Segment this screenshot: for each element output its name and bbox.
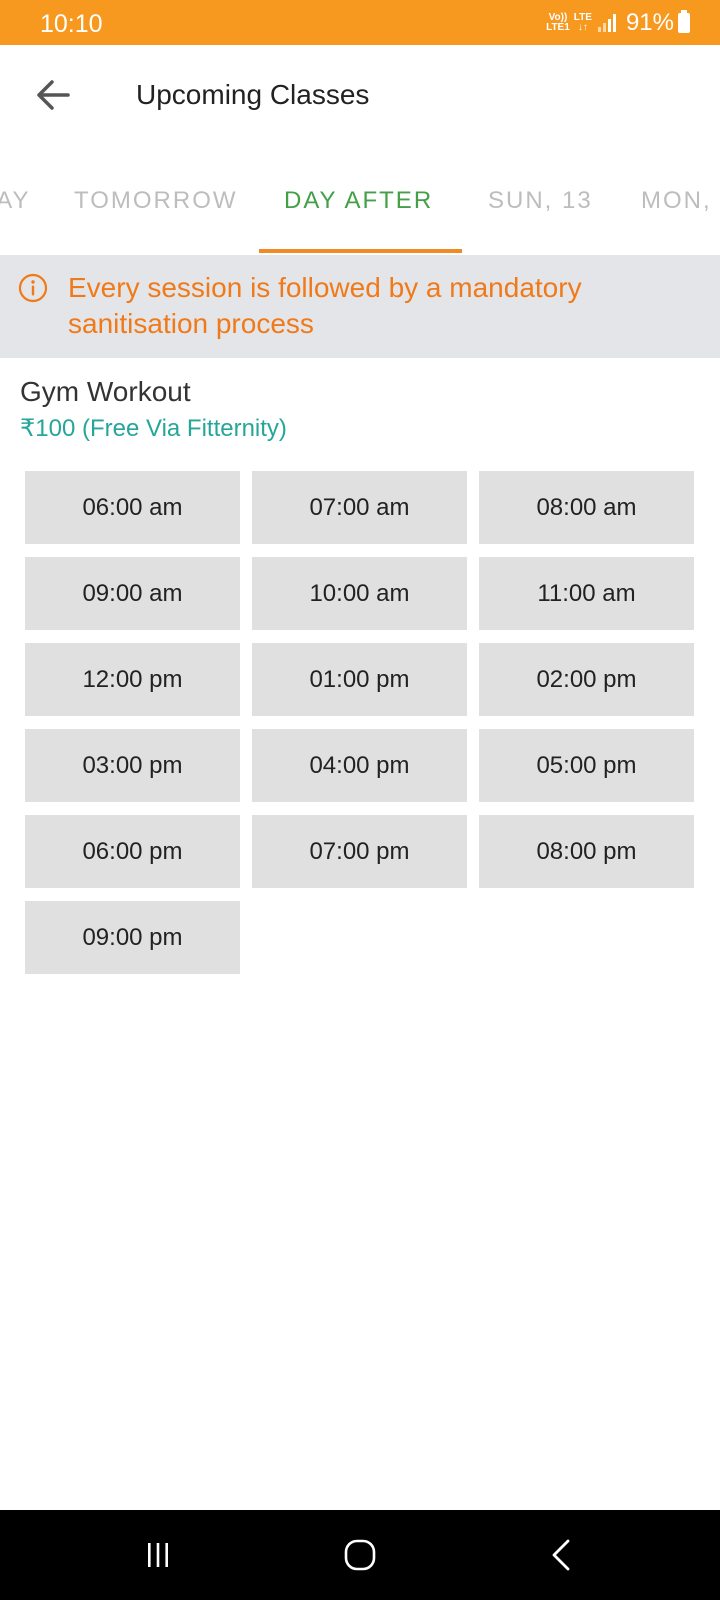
- tab-today[interactable]: TODAY: [0, 187, 30, 215]
- tab-sun-13[interactable]: SUN, 13: [488, 187, 593, 215]
- time-slot-button[interactable]: 12:00 pm: [25, 643, 240, 716]
- class-name: Gym Workout: [20, 376, 191, 407]
- tab-tomorrow[interactable]: TOMORROW: [74, 187, 238, 215]
- system-nav-bar: [0, 1510, 720, 1600]
- time-slot-button[interactable]: 10:00 am: [252, 557, 467, 630]
- back-button[interactable]: [34, 75, 74, 115]
- time-slot-grid: 06:00 am 07:00 am 08:00 am 09:00 am 10:0…: [25, 471, 697, 974]
- time-slot-button[interactable]: 03:00 pm: [25, 729, 240, 802]
- status-indicators: Vo)) LTE1 LTE ↓↑ 91%: [546, 8, 690, 38]
- tab-mon-14[interactable]: MON, 14: [641, 187, 720, 215]
- battery-icon: [678, 10, 690, 33]
- time-slot-button[interactable]: 01:00 pm: [252, 643, 467, 716]
- info-icon: [18, 273, 48, 303]
- date-tabs: TODAY TOMORROW DAY AFTER SUN, 13 MON, 14: [0, 145, 720, 256]
- recents-button[interactable]: [133, 1532, 183, 1578]
- tab-day-after[interactable]: DAY AFTER: [284, 187, 433, 215]
- recents-icon: [148, 1543, 168, 1567]
- chevron-left-icon: [552, 1539, 570, 1571]
- signal-icon: [597, 14, 618, 32]
- time-slot-button[interactable]: 07:00 pm: [252, 815, 467, 888]
- time-slot-button[interactable]: 08:00 am: [479, 471, 694, 544]
- page-title: Upcoming Classes: [136, 79, 370, 110]
- time-slot-button[interactable]: 06:00 am: [25, 471, 240, 544]
- time-slot-button[interactable]: 02:00 pm: [479, 643, 694, 716]
- time-slot-button[interactable]: 09:00 pm: [25, 901, 240, 974]
- nav-back-button[interactable]: [537, 1532, 587, 1578]
- home-icon: [344, 1539, 376, 1571]
- notice-text: Every session is followed by a mandatory…: [68, 272, 582, 339]
- sanitisation-notice: Every session is followed by a mandatory…: [0, 256, 720, 358]
- battery-percent: 91%: [625, 9, 674, 36]
- arrow-left-icon: [37, 80, 70, 110]
- status-time: 10:10: [40, 10, 103, 38]
- lte-indicator: LTE ↓↑: [573, 12, 592, 33]
- home-button[interactable]: [335, 1532, 385, 1578]
- time-slot-button[interactable]: 07:00 am: [252, 471, 467, 544]
- active-tab-indicator: [259, 249, 462, 253]
- class-price: ₹100 (Free Via Fitternity): [20, 415, 287, 442]
- time-slot-button[interactable]: 04:00 pm: [252, 729, 467, 802]
- status-bar: 10:10 Vo)) LTE1 LTE ↓↑ 91%: [0, 0, 720, 45]
- volte-indicator: Vo)) LTE1: [546, 12, 570, 33]
- time-slot-button[interactable]: 06:00 pm: [25, 815, 240, 888]
- app-bar: Upcoming Classes: [0, 45, 720, 145]
- time-slot-button[interactable]: 05:00 pm: [479, 729, 694, 802]
- time-slot-button[interactable]: 09:00 am: [25, 557, 240, 630]
- time-slot-button[interactable]: 11:00 am: [479, 557, 694, 630]
- time-slot-button[interactable]: 08:00 pm: [479, 815, 694, 888]
